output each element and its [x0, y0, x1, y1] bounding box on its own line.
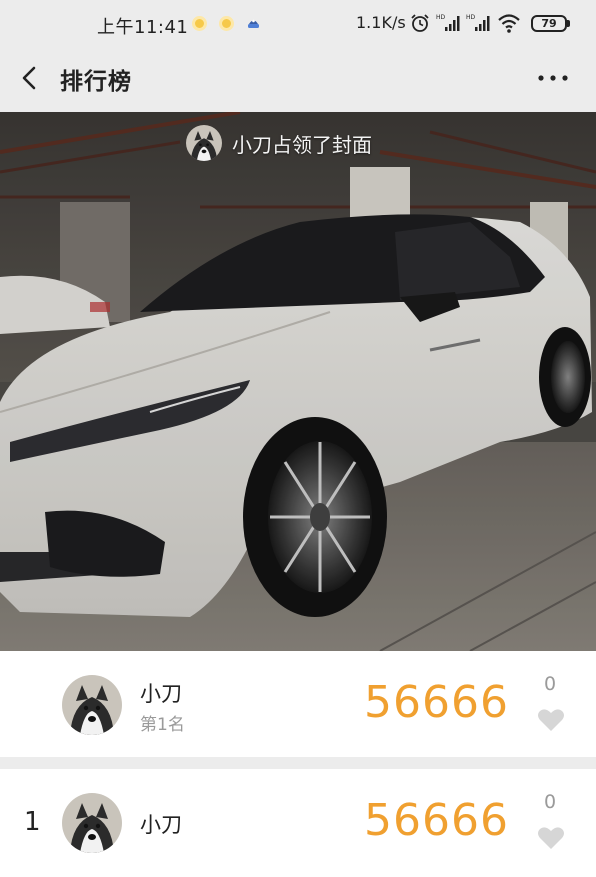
network-speed: 1.1K/s: [356, 13, 406, 32]
battery-tip: [567, 20, 570, 27]
like-count: 0: [543, 673, 557, 695]
status-bar: 上午11:41 1.1K/s HD HD 79: [0, 0, 596, 48]
car-photo: [0, 112, 596, 651]
like-count: 0: [543, 791, 557, 813]
current-leader-row[interactable]: 小刀 第1名 56666 0: [0, 651, 596, 757]
step-score: 56666: [364, 677, 509, 728]
user-name: 小刀: [140, 813, 182, 837]
cover-caption: 小刀占领了封面: [186, 125, 372, 161]
avatar[interactable]: [62, 793, 122, 853]
heart-icon[interactable]: [537, 826, 565, 850]
svg-text:HD: HD: [436, 14, 446, 21]
signal-hd-icon: HD: [436, 14, 460, 31]
nav-bar: 排行榜: [0, 48, 596, 112]
alarm-icon: [411, 14, 429, 32]
rank-number: 1: [24, 807, 41, 837]
wifi-icon: [498, 14, 520, 33]
back-arrow-icon[interactable]: [14, 62, 46, 94]
app-notification-icon: [248, 19, 259, 28]
step-score: 56666: [364, 795, 509, 846]
cover-avatar: [186, 125, 222, 161]
avatar[interactable]: [62, 675, 122, 735]
battery-indicator: 79: [531, 15, 567, 32]
heart-icon[interactable]: [537, 708, 565, 732]
rank-label: 第1名: [140, 715, 185, 735]
page-title: 排行榜: [60, 69, 132, 95]
signal-hd-icon: HD: [466, 14, 490, 31]
ranking-row[interactable]: 1 小刀 56666 0: [0, 769, 596, 877]
sun-notification-icon: [192, 16, 207, 31]
user-name: 小刀: [140, 682, 182, 706]
section-divider: [0, 757, 596, 769]
status-time: 上午11:41: [97, 17, 189, 38]
more-options-icon[interactable]: [536, 72, 570, 84]
cover-caption-text: 小刀占领了封面: [232, 132, 372, 157]
svg-text:HD: HD: [466, 14, 476, 21]
sun-notification-icon: [219, 16, 234, 31]
cover-image[interactable]: 小刀占领了封面: [0, 112, 596, 651]
